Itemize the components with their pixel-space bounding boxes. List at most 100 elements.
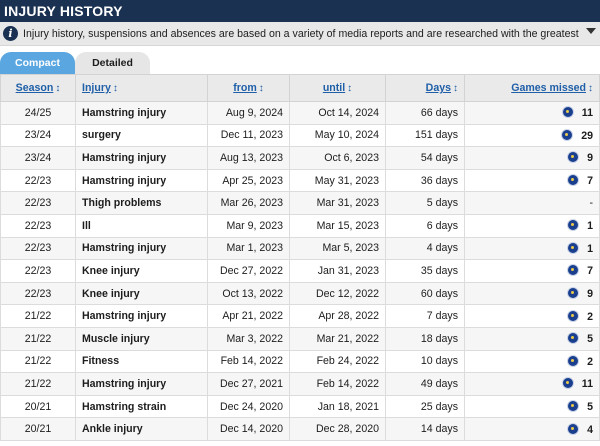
games-missed-cell: 7 (464, 259, 600, 283)
sort-icon[interactable]: ↕ (347, 83, 352, 94)
days-cell: 36 days (385, 168, 465, 193)
sort-icon[interactable]: ↕ (113, 83, 118, 94)
games-missed-cell: 2 (464, 349, 600, 374)
from-date-cell: Mar 1, 2023 (207, 236, 290, 261)
table-row: 23/24 Hamstring injury Aug 13, 2023 Oct 6, … (0, 146, 600, 170)
club-crest-icon[interactable] (567, 174, 580, 187)
games-missed-count: 4 (587, 423, 593, 436)
injury-cell: Ankle injury (75, 417, 208, 441)
column-header-from[interactable]: from ↕ (207, 74, 290, 102)
games-missed-count: 29 (581, 129, 593, 142)
table-row: 23/24 surgery Dec 11, 2023 May 10, 2024 151 … (0, 123, 600, 148)
until-date-cell: Oct 6, 2023 (289, 146, 386, 170)
injury-cell: Hamstring injury (75, 101, 208, 125)
games-missed-count: 11 (581, 107, 593, 120)
sort-icon[interactable]: ↕ (588, 83, 593, 94)
club-crest-icon[interactable] (567, 241, 580, 254)
column-header-days[interactable]: Days ↕ (385, 74, 465, 102)
sort-link-injury[interactable]: Injury (82, 82, 111, 94)
season-cell: 24/25 (0, 101, 76, 125)
injury-cell: Knee injury (75, 259, 208, 283)
column-header-injury[interactable]: Injury ↕ (75, 74, 208, 102)
season-cell: 22/23 (0, 168, 76, 193)
sort-link-games-missed[interactable]: Games missed (511, 82, 586, 94)
from-date-cell: Dec 11, 2023 (207, 123, 290, 148)
sort-link-from[interactable]: from (233, 82, 257, 94)
days-cell: 151 days (385, 123, 465, 148)
table-row: 22/23 Ill Mar 9, 2023 Mar 15, 2023 6 days 1 (0, 213, 600, 238)
from-date-cell: Aug 13, 2023 (207, 146, 290, 170)
injury-cell: surgery (75, 123, 208, 148)
club-crest-icon[interactable] (567, 264, 580, 277)
games-missed-cell: 2 (464, 304, 600, 328)
until-date-cell: Jan 31, 2023 (289, 259, 386, 283)
club-crest-icon[interactable] (561, 128, 574, 141)
club-crest-icon[interactable] (561, 377, 574, 390)
season-cell: 21/22 (0, 349, 76, 374)
table-header-row: Season ↕ Injury ↕ from ↕ until ↕ Days ↕ Games… (0, 74, 600, 102)
sort-link-days[interactable]: Days (426, 82, 451, 94)
club-crest-icon[interactable] (567, 287, 580, 300)
column-header-until[interactable]: until ↕ (289, 74, 386, 102)
sort-icon[interactable]: ↕ (55, 83, 60, 94)
season-cell: 22/23 (0, 236, 76, 261)
from-date-cell: Dec 24, 2020 (207, 394, 290, 419)
until-date-cell: Mar 15, 2023 (289, 213, 386, 238)
season-cell: 22/23 (0, 259, 76, 283)
club-crest-icon[interactable] (567, 354, 580, 367)
club-crest-icon[interactable] (561, 106, 574, 119)
games-missed-count: 5 (587, 401, 593, 414)
table-row: 22/23 Thigh problems Mar 26, 2023 Mar 31, 2… (0, 191, 600, 215)
club-crest-icon[interactable] (567, 422, 580, 435)
club-crest-icon[interactable] (567, 151, 580, 164)
from-date-cell: Aug 9, 2024 (207, 101, 290, 125)
from-date-cell: Apr 25, 2023 (207, 168, 290, 193)
until-date-cell: May 31, 2023 (289, 168, 386, 193)
until-date-cell: Mar 31, 2023 (289, 191, 386, 215)
column-header-season[interactable]: Season ↕ (0, 74, 76, 102)
injury-cell: Fitness (75, 349, 208, 374)
sort-link-season[interactable]: Season (16, 82, 54, 94)
from-date-cell: Apr 21, 2022 (207, 304, 290, 328)
games-missed-cell: 29 (464, 123, 600, 148)
from-date-cell: Dec 27, 2021 (207, 372, 290, 396)
from-date-cell: Mar 3, 2022 (207, 326, 290, 351)
days-cell: 6 days (385, 213, 465, 238)
tab-detailed[interactable]: Detailed (75, 52, 150, 74)
until-date-cell: Oct 14, 2024 (289, 101, 386, 125)
sort-icon[interactable]: ↕ (453, 83, 458, 94)
sort-link-until[interactable]: until (323, 82, 345, 94)
games-missed-count: 9 (587, 288, 593, 301)
injury-cell: Ill (75, 213, 208, 238)
club-crest-icon[interactable] (567, 219, 580, 232)
days-cell: 60 days (385, 281, 465, 306)
from-date-cell: Oct 13, 2022 (207, 281, 290, 306)
games-missed-cell: 11 (464, 372, 600, 396)
games-missed-count: 11 (581, 378, 593, 391)
chevron-down-icon[interactable] (586, 28, 596, 34)
club-crest-icon[interactable] (567, 309, 580, 322)
days-cell: 4 days (385, 236, 465, 261)
until-date-cell: Mar 21, 2022 (289, 326, 386, 351)
games-missed-cell: 5 (464, 326, 600, 351)
tab-compact[interactable]: Compact (0, 52, 75, 74)
until-date-cell: Feb 14, 2022 (289, 372, 386, 396)
season-cell: 21/22 (0, 326, 76, 351)
games-missed-cell: 4 (464, 417, 600, 441)
club-crest-icon[interactable] (567, 332, 580, 345)
injury-cell: Hamstring strain (75, 394, 208, 419)
games-missed-cell: 5 (464, 394, 600, 419)
info-notice[interactable]: i Injury history, suspensions and absenc… (0, 22, 600, 46)
until-date-cell: Dec 12, 2022 (289, 281, 386, 306)
days-cell: 54 days (385, 146, 465, 170)
games-missed-count: - (589, 197, 593, 210)
section-title: INJURY HISTORY (4, 3, 123, 19)
club-crest-icon[interactable] (567, 400, 580, 413)
column-header-games-missed[interactable]: Games missed ↕ (464, 74, 600, 102)
from-date-cell: Mar 26, 2023 (207, 191, 290, 215)
games-missed-cell: 11 (464, 101, 600, 125)
until-date-cell: Apr 28, 2022 (289, 304, 386, 328)
sort-icon[interactable]: ↕ (259, 83, 264, 94)
from-date-cell: Feb 14, 2022 (207, 349, 290, 374)
table-row: 21/22 Hamstring injury Apr 21, 2022 Apr 28,… (0, 304, 600, 328)
